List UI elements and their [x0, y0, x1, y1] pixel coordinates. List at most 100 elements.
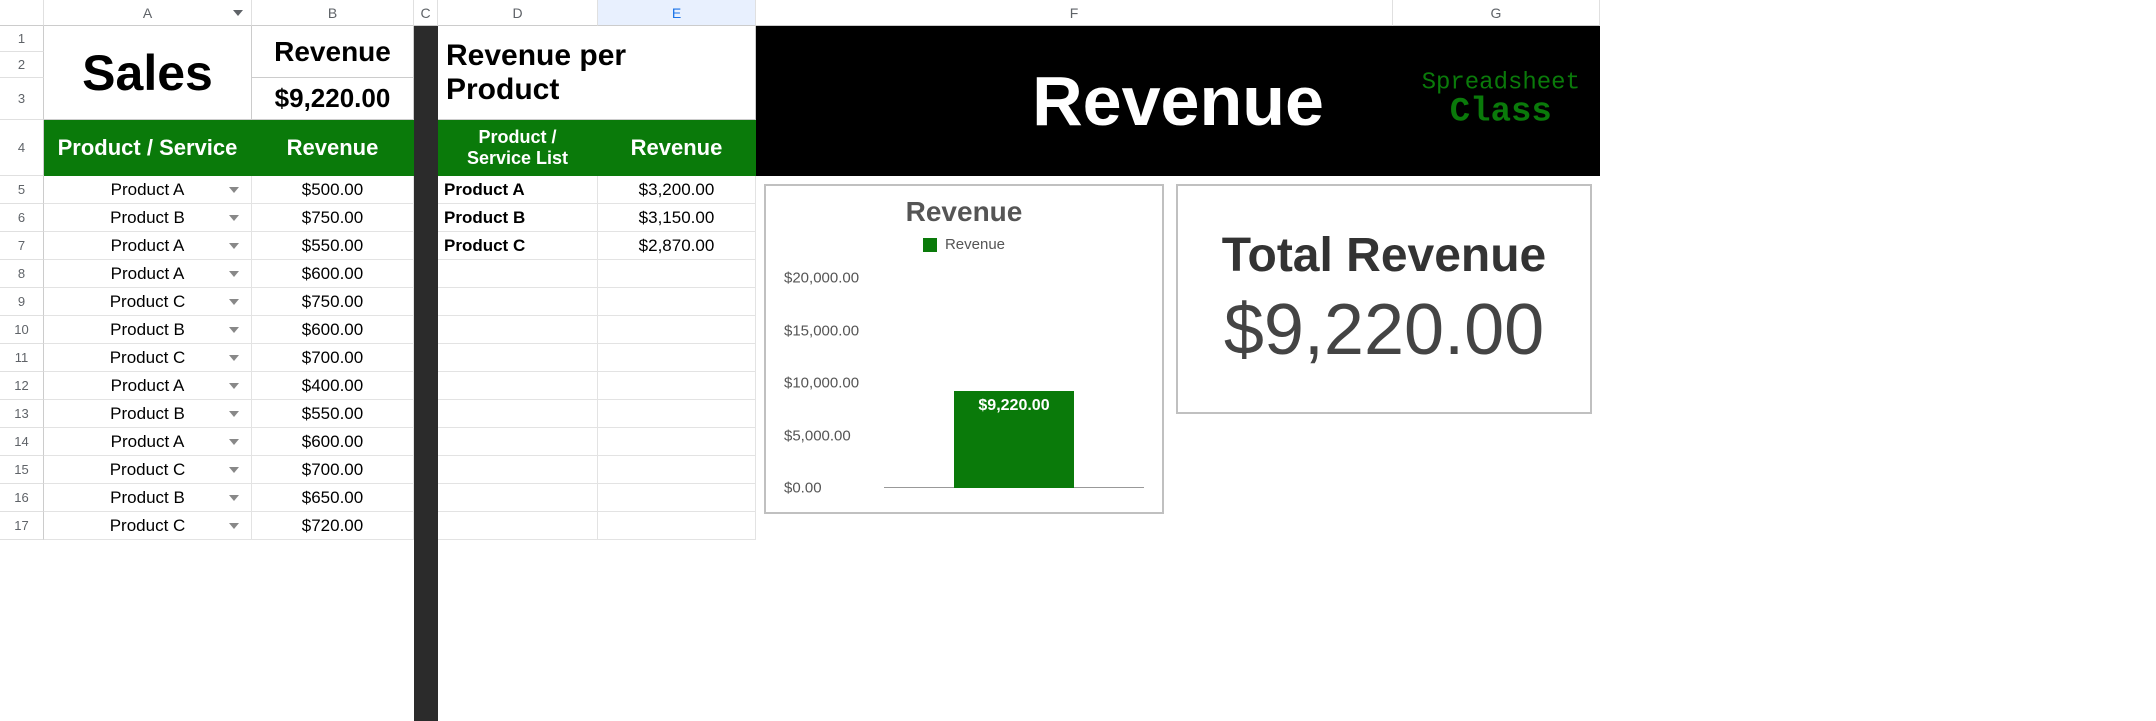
sales-revenue-cell[interactable]: $720.00	[252, 512, 414, 540]
summary-product-cell[interactable]: Product B	[438, 204, 598, 232]
chart-y-tick: $15,000.00	[784, 322, 859, 339]
row-header-4[interactable]: 4	[0, 120, 44, 176]
revenue-label-cell[interactable]: Revenue	[252, 26, 414, 78]
sales-revenue-cell[interactable]: $600.00	[252, 428, 414, 456]
sales-revenue-cell[interactable]: $500.00	[252, 176, 414, 204]
chart-y-tick: $20,000.00	[784, 270, 859, 287]
sales-product-cell[interactable]: Product B	[44, 316, 252, 344]
column-header-G[interactable]: G	[1393, 0, 1600, 26]
row-header-14[interactable]: 14	[0, 428, 44, 456]
sales-product-cell[interactable]: Product C	[44, 288, 252, 316]
sales-product-cell[interactable]: Product C	[44, 512, 252, 540]
summary-revenue-cell[interactable]: $3,150.00	[598, 204, 756, 232]
summary-revenue-cell[interactable]	[598, 260, 756, 288]
sales-revenue-cell[interactable]: $400.00	[252, 372, 414, 400]
revenue-total-cell[interactable]: $9,220.00	[252, 78, 414, 120]
sales-revenue-cell[interactable]: $700.00	[252, 456, 414, 484]
revenue-chart[interactable]: Revenue Revenue $0.00$5,000.00$10,000.00…	[764, 184, 1164, 514]
column-dropdown-icon[interactable]	[233, 10, 243, 16]
summary-product-cell[interactable]	[438, 512, 598, 540]
summary-revenue-cell[interactable]: $2,870.00	[598, 232, 756, 260]
column-header-A[interactable]: A	[44, 0, 252, 26]
sales-revenue-cell[interactable]: $750.00	[252, 288, 414, 316]
summary-revenue-cell[interactable]: $3,200.00	[598, 176, 756, 204]
summary-revenue-cell[interactable]	[598, 428, 756, 456]
divider-column-c	[414, 26, 438, 721]
row-header-3[interactable]: 3	[0, 78, 44, 120]
sales-revenue-cell[interactable]: $550.00	[252, 232, 414, 260]
chart-legend: Revenue	[766, 236, 1162, 253]
column-header-C[interactable]: C	[414, 0, 438, 26]
chart-y-tick: $5,000.00	[784, 427, 851, 444]
sales-revenue-cell[interactable]: $700.00	[252, 344, 414, 372]
total-revenue-box: Total Revenue $9,220.00	[1176, 184, 1592, 414]
chart-y-tick: $0.00	[784, 480, 822, 497]
sales-product-cell[interactable]: Product B	[44, 204, 252, 232]
sales-revenue-cell[interactable]: $650.00	[252, 484, 414, 512]
row-header-16[interactable]: 16	[0, 484, 44, 512]
sales-product-cell[interactable]: Product B	[44, 484, 252, 512]
select-all-corner[interactable]	[0, 0, 44, 26]
sales-revenue-cell[interactable]: $600.00	[252, 260, 414, 288]
sales-revenue-cell[interactable]: $550.00	[252, 400, 414, 428]
column-header-B[interactable]: B	[252, 0, 414, 26]
summary-product-cell[interactable]: Product C	[438, 232, 598, 260]
summary-product-cell[interactable]	[438, 316, 598, 344]
row-header-7[interactable]: 7	[0, 232, 44, 260]
sales-product-cell[interactable]: Product A	[44, 232, 252, 260]
summary-revenue-cell[interactable]	[598, 484, 756, 512]
row-header-1[interactable]: 1	[0, 26, 44, 52]
row-header-11[interactable]: 11	[0, 344, 44, 372]
revenue-banner: Revenue Spreadsheet Class	[756, 26, 1600, 176]
sales-product-cell[interactable]: Product A	[44, 176, 252, 204]
summary-revenue-cell[interactable]	[598, 316, 756, 344]
sales-title[interactable]: Sales	[44, 26, 252, 120]
summary-revenue-cell[interactable]	[598, 456, 756, 484]
summary-product-cell[interactable]	[438, 372, 598, 400]
row-header-8[interactable]: 8	[0, 260, 44, 288]
column-header-E[interactable]: E	[598, 0, 756, 26]
row-header-15[interactable]: 15	[0, 456, 44, 484]
column-header-F[interactable]: F	[756, 0, 1393, 26]
header-product-service-list[interactable]: Product / Service List	[438, 120, 598, 176]
row-header-2[interactable]: 2	[0, 52, 44, 78]
summary-product-cell[interactable]	[438, 400, 598, 428]
sales-revenue-cell[interactable]: $600.00	[252, 316, 414, 344]
summary-product-cell[interactable]: Product A	[438, 176, 598, 204]
header-product-service[interactable]: Product / Service	[44, 120, 252, 176]
sales-product-cell[interactable]: Product C	[44, 456, 252, 484]
summary-product-cell[interactable]	[438, 344, 598, 372]
summary-revenue-cell[interactable]	[598, 288, 756, 316]
summary-product-cell[interactable]	[438, 484, 598, 512]
sales-product-cell[interactable]: Product A	[44, 260, 252, 288]
header-revenue-a[interactable]: Revenue	[252, 120, 414, 176]
sales-product-cell[interactable]: Product A	[44, 372, 252, 400]
summary-product-cell[interactable]	[438, 456, 598, 484]
sales-revenue-cell[interactable]: $750.00	[252, 204, 414, 232]
summary-product-cell[interactable]	[438, 288, 598, 316]
summary-revenue-cell[interactable]	[598, 400, 756, 428]
row-header-5[interactable]: 5	[0, 176, 44, 204]
summary-revenue-cell[interactable]	[598, 372, 756, 400]
header-revenue-b[interactable]: Revenue	[598, 120, 756, 176]
sales-product-cell[interactable]: Product B	[44, 400, 252, 428]
row-header-gutter: 1234567891011121314151617	[0, 26, 44, 540]
summary-product-cell[interactable]	[438, 428, 598, 456]
row-header-12[interactable]: 12	[0, 372, 44, 400]
row-header-10[interactable]: 10	[0, 316, 44, 344]
row-header-9[interactable]: 9	[0, 288, 44, 316]
legend-swatch-icon	[923, 238, 937, 252]
rpp-title[interactable]: Revenue per Product	[438, 26, 756, 120]
column-header-bar: A B C D E F G	[0, 0, 2156, 26]
summary-product-cell[interactable]	[438, 260, 598, 288]
row-header-6[interactable]: 6	[0, 204, 44, 232]
sales-product-cell[interactable]: Product A	[44, 428, 252, 456]
sales-product-cell[interactable]: Product C	[44, 344, 252, 372]
summary-revenue-cell[interactable]	[598, 512, 756, 540]
summary-revenue-cell[interactable]	[598, 344, 756, 372]
column-header-D[interactable]: D	[438, 0, 598, 26]
brand-logo: Spreadsheet Class	[1422, 71, 1580, 132]
row-header-13[interactable]: 13	[0, 400, 44, 428]
row-header-17[interactable]: 17	[0, 512, 44, 540]
chart-y-tick: $10,000.00	[784, 375, 859, 392]
